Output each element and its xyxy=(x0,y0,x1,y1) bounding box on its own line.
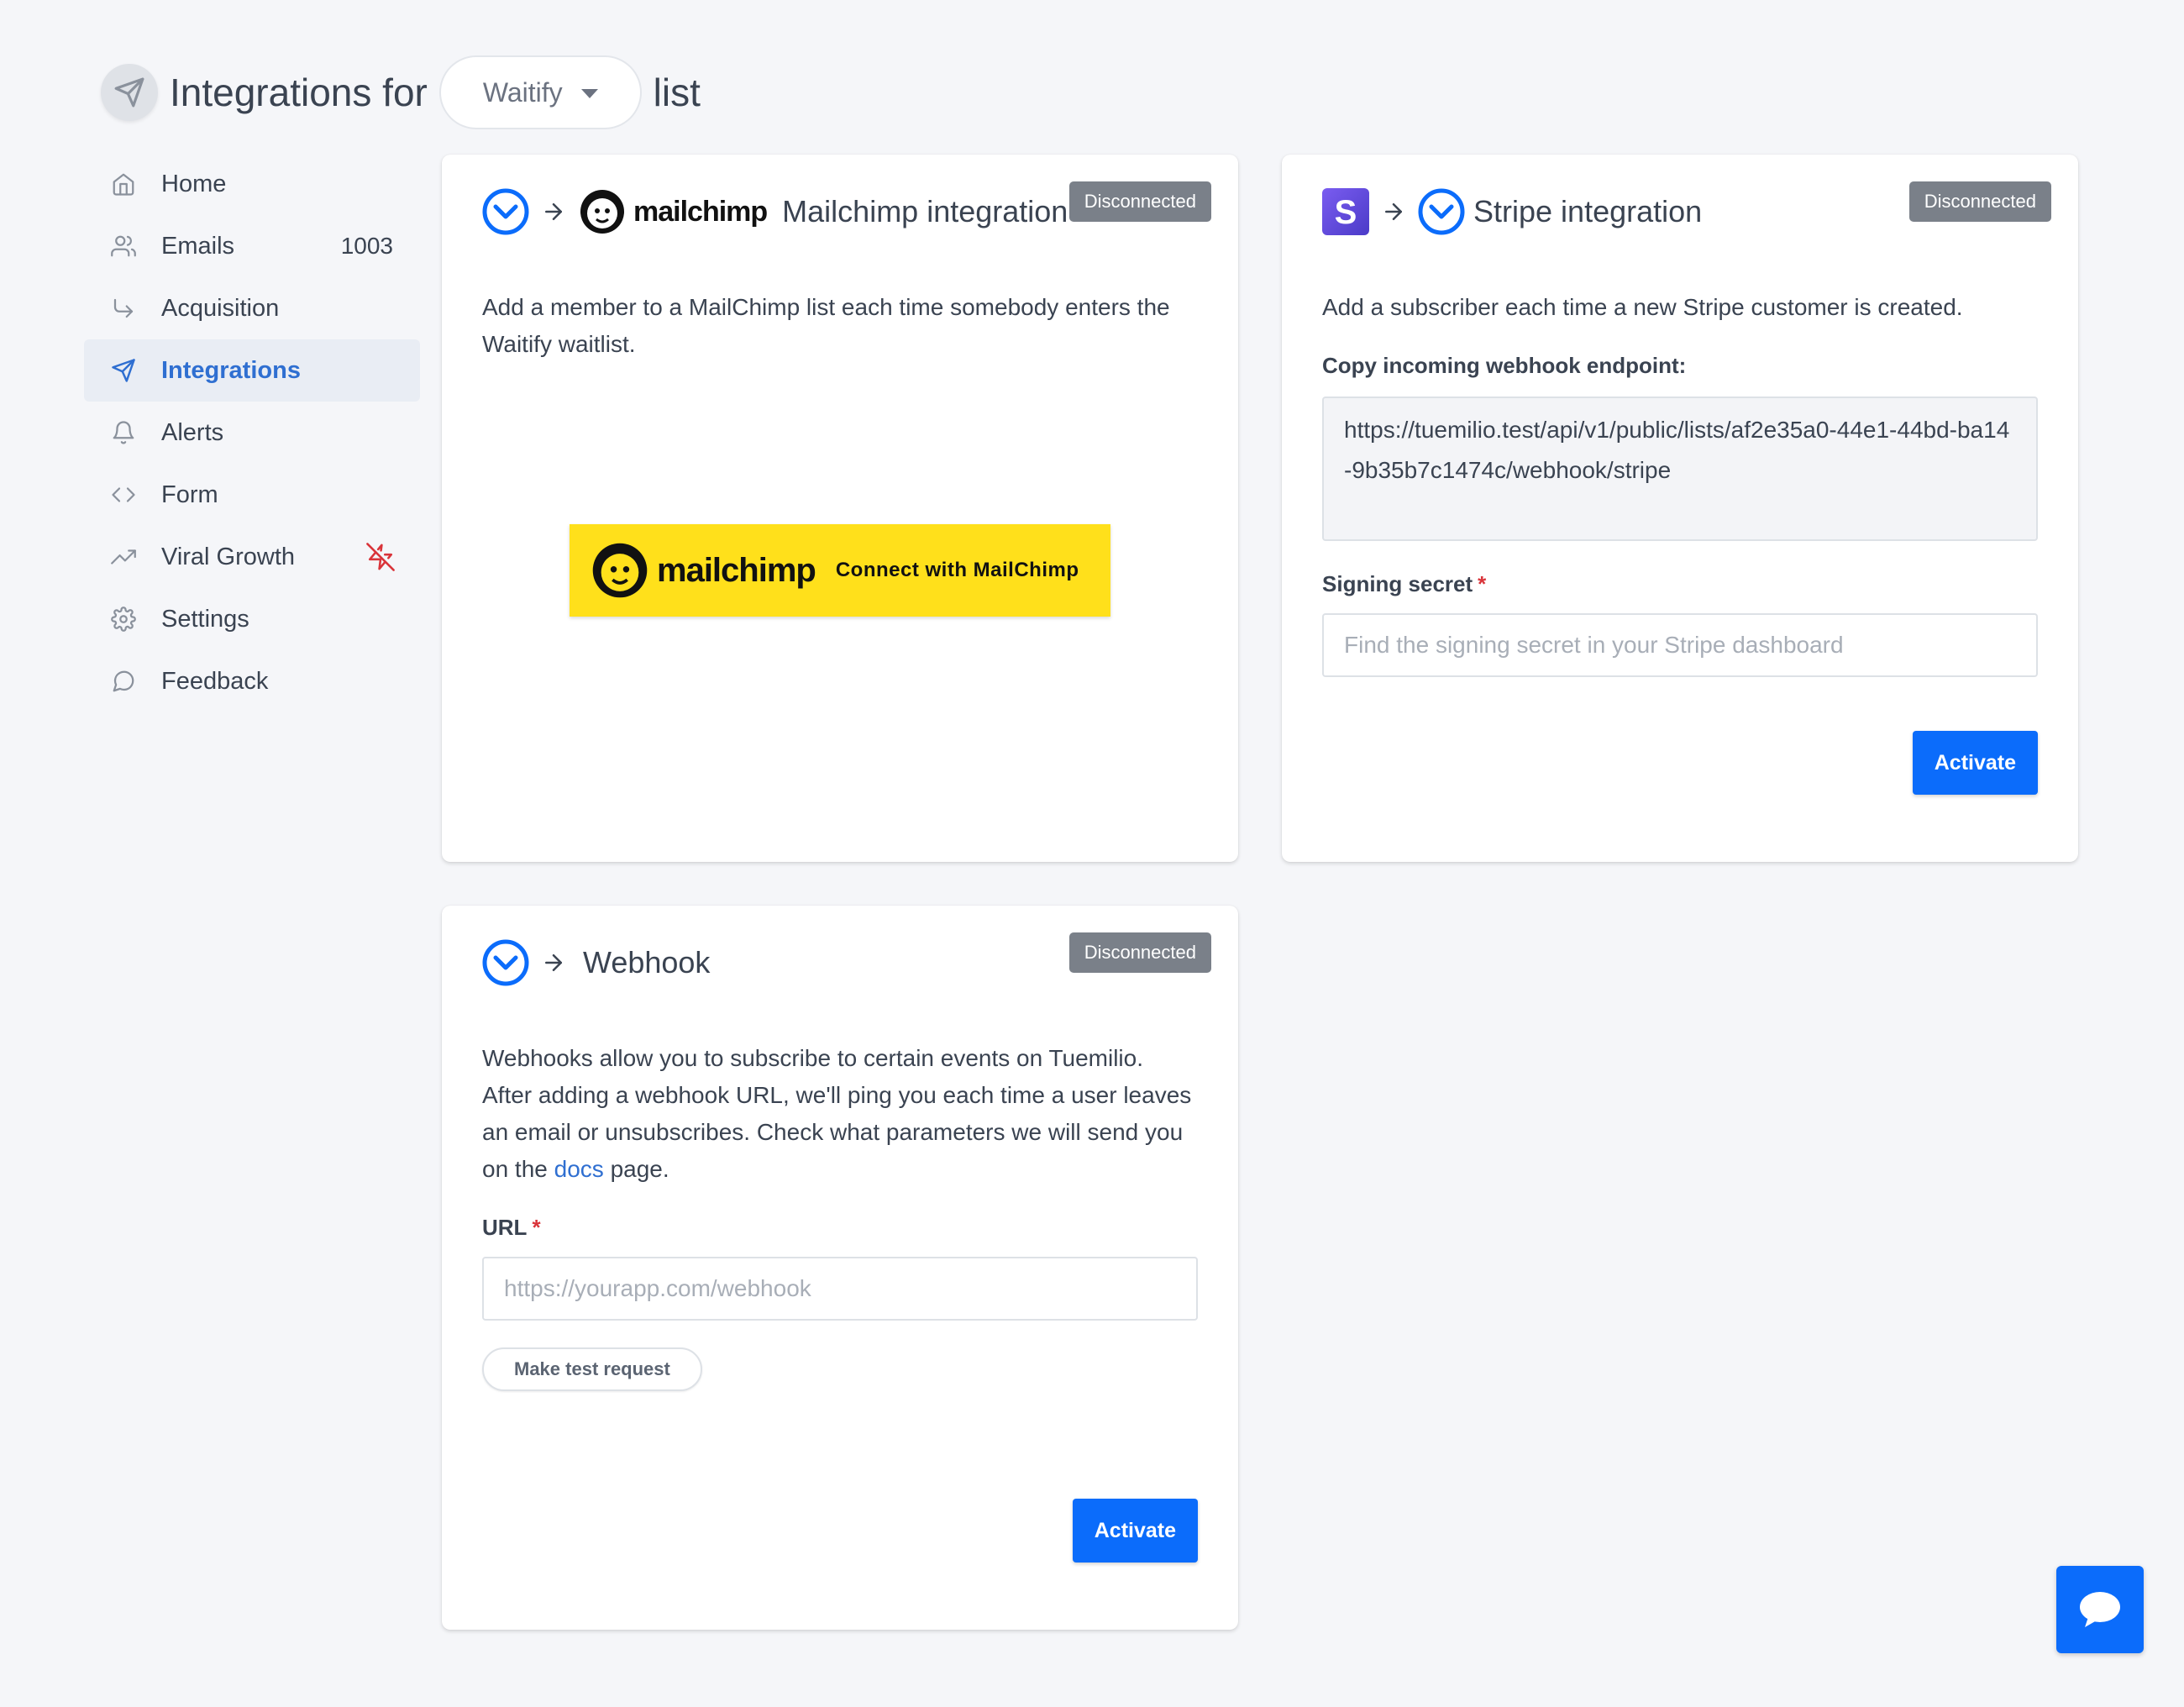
emails-count: 1003 xyxy=(340,233,393,259)
required-marker: * xyxy=(532,1215,541,1240)
chat-widget-button[interactable] xyxy=(2056,1566,2144,1653)
code-icon xyxy=(109,481,138,509)
page-header: Integrations for Waitify list xyxy=(101,38,701,147)
webhook-status-badge: Disconnected xyxy=(1068,932,1211,973)
sidebar-item-label: Settings xyxy=(161,605,249,633)
bell-icon xyxy=(109,418,138,447)
url-label-text: URL xyxy=(482,1215,528,1240)
stripe-integration-card: S Stripe integration Disconnected Add a … xyxy=(1282,155,2078,862)
stripe-card-title: Stripe integration xyxy=(1473,194,1703,228)
send-icon xyxy=(109,356,138,385)
sidebar-item-label: Viral Growth xyxy=(161,543,296,570)
corner-down-right-icon xyxy=(109,294,138,323)
caret-down-icon xyxy=(580,89,598,98)
sidebar-item-label: Home xyxy=(161,170,227,197)
svg-text:S: S xyxy=(1335,194,1357,231)
sidebar-item-settings[interactable]: Settings xyxy=(84,588,420,650)
sidebar-item-label: Acquisition xyxy=(161,294,280,322)
sidebar-item-home[interactable]: Home xyxy=(84,153,420,215)
webhook-url-input[interactable]: https://yourapp.com/webhook xyxy=(482,1257,1198,1321)
webhook-description-end: page. xyxy=(610,1156,669,1182)
mailchimp-status-badge: Disconnected xyxy=(1068,181,1211,222)
webhook-description: Webhooks allow you to subscribe to certa… xyxy=(482,1040,1198,1188)
list-selector-value: Waitify xyxy=(482,76,563,108)
gear-icon xyxy=(109,605,138,633)
arrow-right-icon xyxy=(1381,199,1406,224)
mailchimp-description: Add a member to a MailChimp list each ti… xyxy=(482,294,1170,357)
tuemilio-logo-icon xyxy=(482,939,529,986)
webhook-integration-card: Webhook Disconnected Webhooks allow you … xyxy=(442,906,1238,1630)
page-title-prefix: Integrations for xyxy=(170,71,428,114)
stripe-logo-icon: S xyxy=(1322,188,1369,235)
webhook-endpoint-field[interactable]: https://tuemilio.test/api/v1/public/list… xyxy=(1322,397,2038,541)
signing-secret-label: Signing secret * xyxy=(1322,571,1486,597)
required-marker: * xyxy=(1478,571,1487,596)
sidebar-item-feedback[interactable]: Feedback xyxy=(84,650,420,712)
endpoint-label: Copy incoming webhook endpoint: xyxy=(1322,353,1687,378)
sidebar-item-label: Emails xyxy=(161,232,235,260)
url-label: URL * xyxy=(482,1215,541,1241)
sidebar-item-acquisition[interactable]: Acquisition xyxy=(84,277,420,339)
message-circle-icon xyxy=(109,667,138,696)
arrow-right-icon xyxy=(541,199,566,224)
sidebar-item-emails[interactable]: Emails 1003 xyxy=(84,215,420,277)
zap-off-icon xyxy=(366,543,395,571)
stripe-description: Add a subscriber each time a new Stripe … xyxy=(1322,294,1963,320)
chat-bubble-icon xyxy=(2080,1592,2120,1627)
webhook-activate-button[interactable]: Activate xyxy=(1072,1499,1198,1563)
stripe-status-badge: Disconnected xyxy=(1908,181,2051,222)
sidebar-item-label: Alerts xyxy=(161,418,224,446)
arrow-right-icon xyxy=(541,950,566,975)
webhook-url-placeholder: https://yourapp.com/webhook xyxy=(504,1275,811,1301)
mailchimp-logo-icon: mailchimp xyxy=(578,187,768,236)
mailchimp-button-wordmark: mailchimp xyxy=(657,551,816,589)
connect-mailchimp-button[interactable]: mailchimp Connect with MailChimp xyxy=(570,524,1110,617)
sidebar: Home Emails 1003 Acquisition Integration… xyxy=(84,153,420,712)
mailchimp-card-title: Mailchimp integration xyxy=(782,194,1068,228)
trending-up-icon xyxy=(109,543,138,571)
sidebar-item-label: Form xyxy=(161,481,218,508)
home-icon xyxy=(109,170,138,198)
stripe-activate-button[interactable]: Activate xyxy=(1912,731,2038,795)
docs-link[interactable]: docs xyxy=(554,1156,604,1182)
sidebar-item-viral-growth[interactable]: Viral Growth xyxy=(84,526,420,588)
sidebar-item-integrations[interactable]: Integrations xyxy=(84,339,420,402)
page-title-suffix: list xyxy=(653,71,701,114)
tuemilio-logo-icon xyxy=(1418,188,1465,235)
users-icon xyxy=(109,232,138,260)
signing-secret-input[interactable]: Find the signing secret in your Stripe d… xyxy=(1322,613,2038,677)
tuemilio-logo-icon xyxy=(482,188,529,235)
make-test-request-button[interactable]: Make test request xyxy=(482,1347,702,1391)
send-icon xyxy=(101,64,158,121)
sidebar-item-label: Integrations xyxy=(161,356,301,384)
signing-secret-placeholder: Find the signing secret in your Stripe d… xyxy=(1344,632,1844,658)
webhook-card-title: Webhook xyxy=(583,945,711,980)
sidebar-item-label: Feedback xyxy=(161,667,269,695)
mailchimp-logo-icon xyxy=(592,543,648,598)
sidebar-item-alerts[interactable]: Alerts xyxy=(84,402,420,464)
connect-mailchimp-label: Connect with MailChimp xyxy=(835,559,1079,581)
mailchimp-integration-card: mailchimp Mailchimp integration Disconne… xyxy=(442,155,1238,862)
sidebar-item-form[interactable]: Form xyxy=(84,464,420,526)
mailchimp-wordmark: mailchimp xyxy=(633,195,768,228)
signing-secret-label-text: Signing secret xyxy=(1322,571,1473,596)
list-selector[interactable]: Waitify xyxy=(438,55,642,129)
